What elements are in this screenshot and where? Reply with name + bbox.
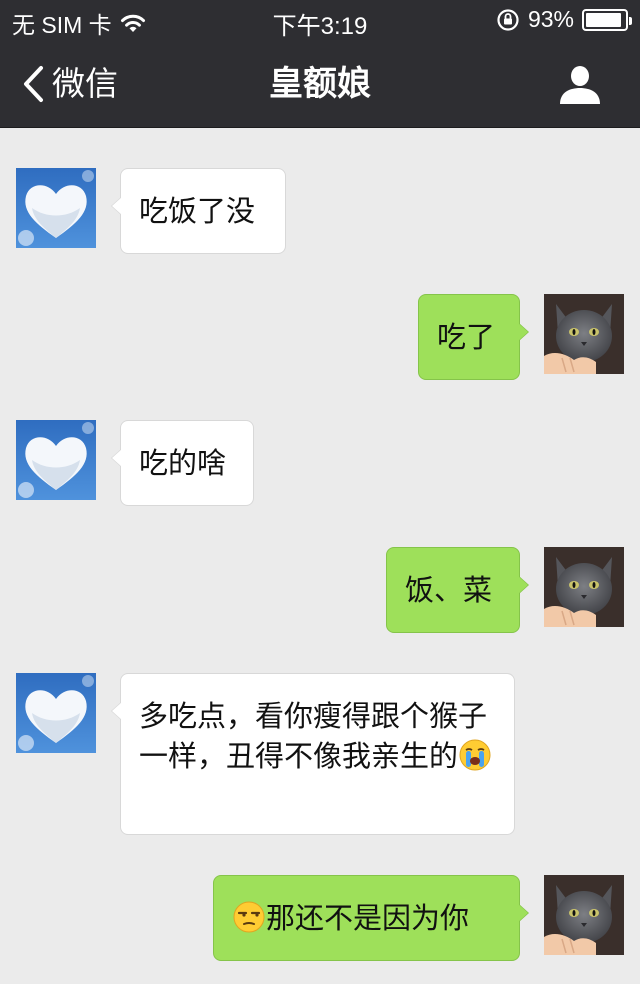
chat-title: 皇额娘 <box>269 64 371 104</box>
battery-fill <box>586 12 622 27</box>
message-bubble-outgoing[interactable]: 吃了 <box>418 294 529 380</box>
heart-cloud-avatar[interactable] <box>16 168 96 248</box>
status-bar: 无 SIM 卡 下午3:19 93% <box>0 0 640 40</box>
message-text: 饭、菜 <box>405 573 493 607</box>
message-text: 吃的啥 <box>139 446 227 480</box>
gray-cat-avatar[interactable] <box>544 547 624 627</box>
message-bubble-outgoing[interactable]: 那还不是因为你 <box>213 875 529 961</box>
message-bubble-incoming[interactable]: 吃的啥 <box>111 420 254 506</box>
message-text: 那还不是因为你 <box>266 901 470 935</box>
message-bubble-outgoing[interactable]: 饭、菜 <box>386 547 529 633</box>
orientation-lock-icon <box>497 8 519 31</box>
message-bubble-incoming[interactable]: 多吃点，看你瘦得跟个猴子一样，丑得不像我亲生的 <box>111 673 515 835</box>
message-text: 吃了 <box>437 320 496 354</box>
message-bubble-incoming[interactable]: 吃饭了没 <box>111 168 286 254</box>
unamused-face-emoji <box>233 901 265 933</box>
heart-cloud-avatar[interactable] <box>16 420 96 500</box>
profile-icon[interactable] <box>558 64 602 104</box>
message-text: 多吃点，看你瘦得跟个猴子一样，丑得不像我亲生的 <box>139 699 488 773</box>
battery-icon <box>582 8 632 31</box>
battery-percent: 93% <box>527 6 574 32</box>
message-text: 吃饭了没 <box>139 194 256 228</box>
heart-cloud-avatar[interactable] <box>16 673 96 753</box>
nav-bar: 微信 皇额娘 <box>0 40 640 128</box>
status-right: 93% <box>496 6 632 33</box>
gray-cat-avatar[interactable] <box>544 875 624 955</box>
crying-face-emoji <box>459 739 491 771</box>
gray-cat-avatar[interactable] <box>544 294 624 374</box>
